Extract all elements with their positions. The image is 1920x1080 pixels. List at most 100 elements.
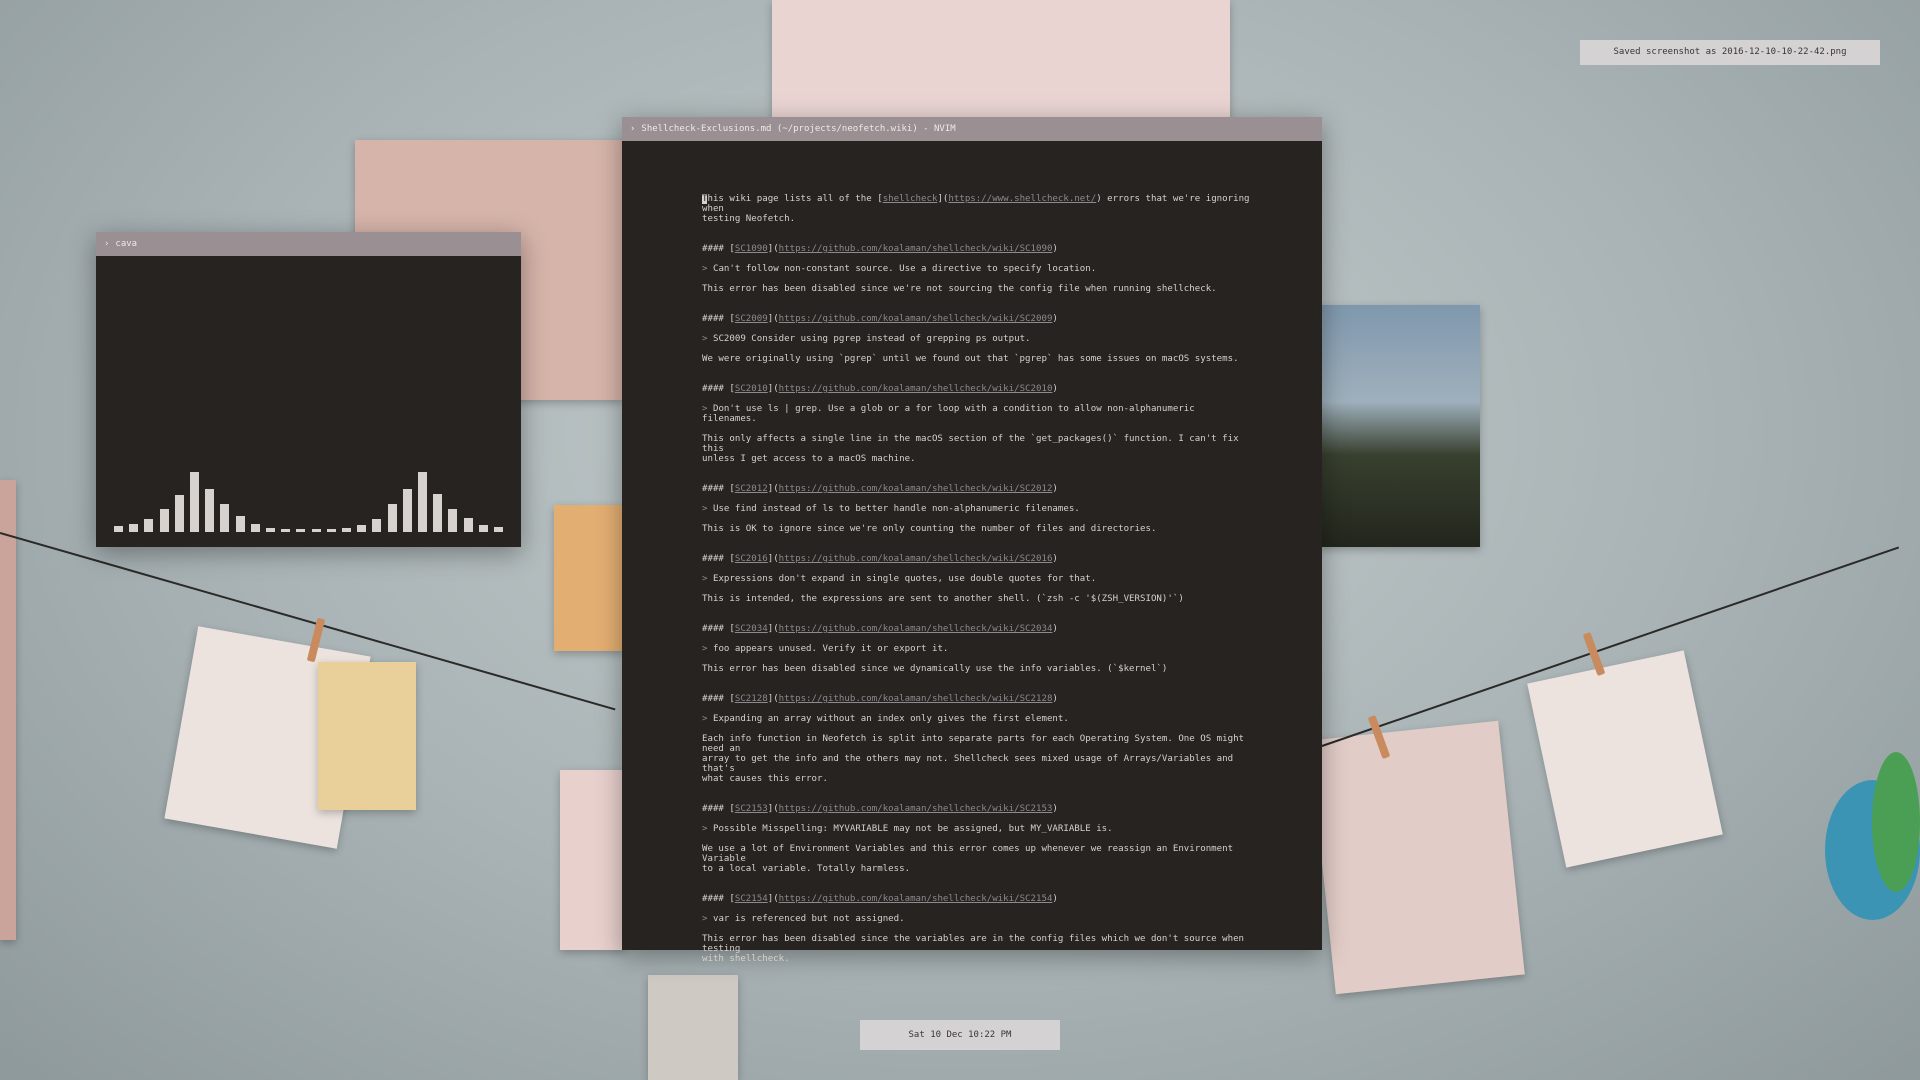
entry-heading: #### [SC1090](https://github.com/koalama… bbox=[702, 244, 1058, 254]
wiki-entry: #### [SC2016](https://github.com/koalama… bbox=[702, 534, 1250, 604]
rule-url-link[interactable]: https://github.com/koalaman/shellcheck/w… bbox=[779, 624, 1053, 634]
entry-heading: #### [SC2012](https://github.com/koalama… bbox=[702, 484, 1058, 494]
cava-title: cava bbox=[115, 239, 138, 249]
wiki-entry: #### [SC2128](https://github.com/koalama… bbox=[702, 674, 1250, 784]
entry-note: This error has been disabled since we're… bbox=[702, 284, 1217, 294]
link-url[interactable]: https://www.shellcheck.net/ bbox=[948, 194, 1096, 204]
cava-window[interactable]: › cava bbox=[96, 232, 521, 547]
intro-line-2: testing Neofetch. bbox=[702, 214, 796, 224]
link-text[interactable]: shellcheck bbox=[883, 194, 938, 204]
visualizer-bar bbox=[296, 529, 306, 532]
rule-url-link[interactable]: https://github.com/koalaman/shellcheck/w… bbox=[779, 894, 1053, 904]
wiki-entry: #### [SC2009](https://github.com/koalama… bbox=[702, 294, 1250, 364]
rule-url-link[interactable]: https://github.com/koalaman/shellcheck/w… bbox=[779, 314, 1053, 324]
visualizer-bar bbox=[311, 529, 321, 532]
visualizer-bar bbox=[357, 525, 367, 532]
rule-code-link[interactable]: SC2128 bbox=[735, 694, 768, 704]
visualizer-bar bbox=[418, 472, 427, 532]
wiki-entry: #### [SC2012](https://github.com/koalama… bbox=[702, 464, 1250, 534]
visualizer-bar bbox=[402, 489, 412, 532]
grid-paper bbox=[1309, 720, 1525, 995]
rule-url-link[interactable]: https://github.com/koalaman/shellcheck/w… bbox=[779, 484, 1053, 494]
entry-note: We were originally using `pgrep` until w… bbox=[702, 354, 1239, 364]
bottom-card bbox=[648, 975, 738, 1080]
rule-code-link[interactable]: SC2012 bbox=[735, 484, 768, 494]
cava-titlebar[interactable]: › cava bbox=[96, 232, 521, 256]
quote-marker: > bbox=[702, 264, 708, 274]
entry-heading: #### [SC2016](https://github.com/koalama… bbox=[702, 554, 1058, 564]
entry-quote: > var is referenced but not assigned. bbox=[702, 914, 905, 924]
nvim-window[interactable]: › Shellcheck-Exclusions.md (~/projects/ne… bbox=[622, 117, 1322, 964]
rule-code-link[interactable]: SC2009 bbox=[735, 314, 768, 324]
visualizer-bar bbox=[190, 472, 199, 532]
entry-quote: > SC2009 Consider using pgrep instead of… bbox=[702, 334, 1031, 344]
left-edge-paper bbox=[0, 480, 16, 940]
wiki-entry: #### [SC1090](https://github.com/koalama… bbox=[702, 224, 1250, 294]
visualizer-bar bbox=[463, 518, 473, 532]
quote-marker: > bbox=[702, 334, 708, 344]
wiki-entry: #### [SC2010](https://github.com/koalama… bbox=[702, 364, 1250, 464]
visualizer-bar bbox=[220, 504, 230, 532]
entry-heading: #### [SC2153](https://github.com/koalama… bbox=[702, 804, 1058, 814]
rule-url-link[interactable]: https://github.com/koalaman/shellcheck/w… bbox=[779, 694, 1053, 704]
rule-url-link[interactable]: https://github.com/koalaman/shellcheck/w… bbox=[779, 244, 1053, 254]
rule-url-link[interactable]: https://github.com/koalaman/shellcheck/w… bbox=[779, 384, 1053, 394]
rule-code-link[interactable]: SC2016 bbox=[735, 554, 768, 564]
sticky-note bbox=[554, 505, 624, 651]
quote-marker: > bbox=[702, 574, 708, 584]
notification-text: Saved screenshot as 2016-12-10-10-22-42.… bbox=[1613, 47, 1847, 57]
visualizer-bar bbox=[281, 529, 291, 532]
intro-line: This wiki page lists all of the [shellch… bbox=[702, 194, 1256, 214]
rule-code-link[interactable]: SC2010 bbox=[735, 384, 768, 394]
chevron-right-icon: › bbox=[630, 124, 636, 134]
entry-note: This only affects a single line in the m… bbox=[702, 434, 1239, 464]
chevron-right-icon: › bbox=[104, 239, 110, 249]
visualizer-bar bbox=[448, 509, 458, 532]
visualizer-bar bbox=[342, 528, 351, 532]
entry-heading: #### [SC2010](https://github.com/koalama… bbox=[702, 384, 1058, 394]
rule-code-link[interactable]: SC1090 bbox=[735, 244, 768, 254]
visualizer-bar bbox=[478, 525, 488, 532]
rule-code-link[interactable]: SC2154 bbox=[735, 894, 768, 904]
entry-quote: > Expanding an array without an index on… bbox=[702, 714, 1069, 724]
audio-visualizer bbox=[96, 256, 521, 547]
quote-marker: > bbox=[702, 504, 708, 514]
entry-note: Each info function in Neofetch is split … bbox=[702, 734, 1245, 784]
entry-heading: #### [SC2154](https://github.com/koalama… bbox=[702, 894, 1058, 904]
visualizer-bar bbox=[250, 524, 260, 532]
visualizer-bar bbox=[387, 504, 397, 532]
yellow-note bbox=[318, 662, 416, 810]
quote-marker: > bbox=[702, 824, 708, 834]
visualizer-bar bbox=[326, 529, 336, 532]
screenshot-notification: Saved screenshot as 2016-12-10-10-22-42.… bbox=[1580, 40, 1880, 65]
clock-text: Sat 10 Dec 10:22 PM bbox=[908, 1030, 1012, 1040]
nvim-title: Shellcheck-Exclusions.md (~/projects/neo… bbox=[641, 124, 956, 134]
nvim-titlebar[interactable]: › Shellcheck-Exclusions.md (~/projects/ne… bbox=[622, 117, 1322, 141]
quote-marker: > bbox=[702, 644, 708, 654]
editor-buffer[interactable]: This wiki page lists all of the [shellch… bbox=[622, 141, 1322, 964]
rule-url-link[interactable]: https://github.com/koalaman/shellcheck/w… bbox=[779, 554, 1053, 564]
visualizer-bar bbox=[433, 494, 443, 532]
entry-heading: #### [SC2128](https://github.com/koalama… bbox=[702, 694, 1058, 704]
entry-note: This error has been disabled since we dy… bbox=[702, 664, 1168, 674]
quote-marker: > bbox=[702, 714, 708, 724]
entry-quote: > Use find instead of ls to better handl… bbox=[702, 504, 1080, 514]
entry-note: This error has been disabled since the v… bbox=[702, 934, 1245, 964]
bookstore-polaroid bbox=[1527, 650, 1723, 868]
entry-heading: #### [SC2009](https://github.com/koalama… bbox=[702, 314, 1058, 324]
visualizer-bar bbox=[159, 509, 169, 532]
visualizer-bar bbox=[205, 489, 215, 532]
entry-quote: > Can't follow non-constant source. Use … bbox=[702, 264, 1097, 274]
entry-note: This is OK to ignore since we're only co… bbox=[702, 524, 1157, 534]
landscape-photo bbox=[1320, 305, 1480, 547]
entry-quote: > Don't use ls | grep. Use a glob or a f… bbox=[702, 404, 1201, 424]
rule-url-link[interactable]: https://github.com/koalaman/shellcheck/w… bbox=[779, 804, 1053, 814]
rule-code-link[interactable]: SC2034 bbox=[735, 624, 768, 634]
wiki-entry: #### [SC2154](https://github.com/koalama… bbox=[702, 874, 1250, 964]
entry-heading: #### [SC2034](https://github.com/koalama… bbox=[702, 624, 1058, 634]
visualizer-bar bbox=[129, 524, 139, 532]
visualizer-bar bbox=[266, 528, 275, 532]
rule-code-link[interactable]: SC2153 bbox=[735, 804, 768, 814]
visualizer-bar bbox=[372, 519, 382, 532]
pink-card bbox=[560, 770, 626, 950]
